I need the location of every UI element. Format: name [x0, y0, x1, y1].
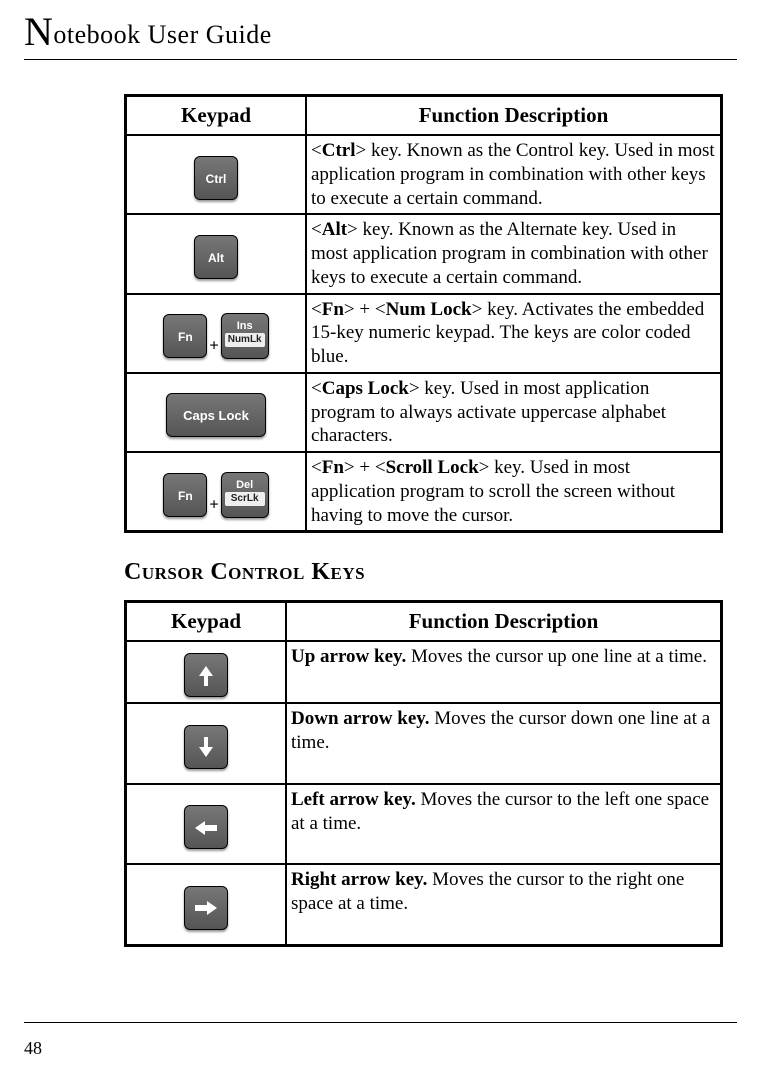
- header-rest: otebook User Guide: [53, 20, 271, 49]
- col-desc-header: Function Description: [306, 96, 721, 135]
- footer-rule: [24, 1022, 737, 1023]
- section-heading: Cursor Control Keys: [124, 559, 723, 586]
- ctrl-key-icon: Ctrl: [194, 156, 238, 200]
- desc-cell: <Caps Lock> key. Used in most applicatio…: [306, 373, 721, 452]
- table-row: Fn+InsNumLk <Fn> + <Num Lock> key. Activ…: [126, 294, 721, 373]
- right-arrow-key-icon: [184, 886, 228, 930]
- col-keypad-header: Keypad: [126, 602, 286, 641]
- keycap-group: Alt: [131, 227, 301, 281]
- col-desc-header: Function Description: [286, 602, 721, 641]
- desc-cell: <Fn> + <Num Lock> key. Activates the emb…: [306, 294, 721, 373]
- keycap-group: Fn+DelScrLk: [131, 464, 301, 520]
- up-arrow-key-icon: [184, 653, 228, 697]
- table-row: Caps Lock <Caps Lock> key. Used in most …: [126, 373, 721, 452]
- header-initial: N: [24, 9, 53, 54]
- desc-cell: Left arrow key. Moves the cursor to the …: [286, 784, 721, 865]
- plus-icon: +: [209, 496, 218, 513]
- table-row: Down arrow key. Moves the cursor down on…: [126, 703, 721, 784]
- capslock-key-icon: Caps Lock: [166, 393, 266, 437]
- ins-numlk-key-icon: InsNumLk: [221, 313, 269, 359]
- keycap-group: Ctrl: [131, 148, 301, 202]
- down-arrow-key-icon: [184, 725, 228, 769]
- fn-key-icon: Fn: [163, 314, 207, 358]
- desc-cell: <Alt> key. Known as the Alternate key. U…: [306, 214, 721, 293]
- cursor-table: Keypad Function Description Up arrow key…: [124, 600, 723, 947]
- header-rule: [24, 59, 737, 60]
- alt-key-icon: Alt: [194, 235, 238, 279]
- left-arrow-key-icon: [184, 805, 228, 849]
- col-keypad-header: Keypad: [126, 96, 306, 135]
- desc-cell: Down arrow key. Moves the cursor down on…: [286, 703, 721, 784]
- table-row: Up arrow key. Moves the cursor up one li…: [126, 641, 721, 703]
- keypad-table: Keypad Function Description Ctrl <Ctrl> …: [124, 94, 723, 533]
- keycap-group: Fn+InsNumLk: [131, 305, 301, 361]
- keycap-group: Caps Lock: [131, 385, 301, 439]
- table-row: Ctrl <Ctrl> key. Known as the Control ke…: [126, 135, 721, 214]
- page-number: 48: [24, 1038, 42, 1059]
- table-row: Alt <Alt> key. Known as the Alternate ke…: [126, 214, 721, 293]
- desc-cell: <Ctrl> key. Known as the Control key. Us…: [306, 135, 721, 214]
- desc-cell: Right arrow key. Moves the cursor to the…: [286, 864, 721, 945]
- desc-cell: Up arrow key. Moves the cursor up one li…: [286, 641, 721, 703]
- fn-key-icon: Fn: [163, 473, 207, 517]
- table-row: Right arrow key. Moves the cursor to the…: [126, 864, 721, 945]
- del-scrlk-key-icon: DelScrLk: [221, 472, 269, 518]
- table-row: Left arrow key. Moves the cursor to the …: [126, 784, 721, 865]
- desc-cell: <Fn> + <Scroll Lock> key. Used in most a…: [306, 452, 721, 531]
- page-header: Notebook User Guide: [24, 8, 737, 55]
- table-row: Fn+DelScrLk <Fn> + <Scroll Lock> key. Us…: [126, 452, 721, 531]
- plus-icon: +: [209, 337, 218, 354]
